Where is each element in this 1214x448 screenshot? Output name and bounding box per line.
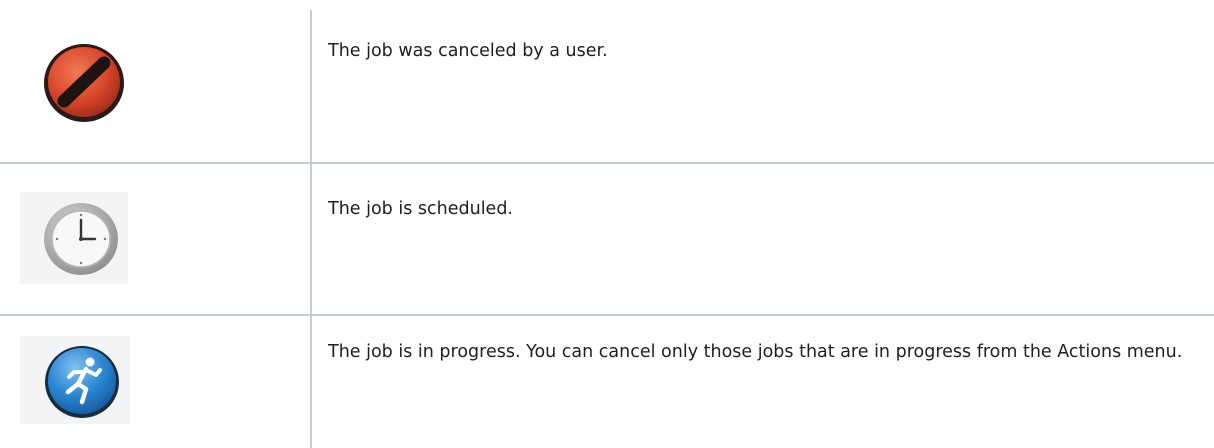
table-row: The job was canceled by a user. <box>0 0 1214 162</box>
job-status-table: The job was canceled by a user. The job … <box>0 0 1214 448</box>
table-row: The job is scheduled. <box>0 164 1214 314</box>
status-description: The job is in progress. You can cancel o… <box>328 342 1183 362</box>
icon-cell <box>0 0 310 162</box>
status-description: The job is scheduled. <box>328 199 513 219</box>
running-person-icon <box>45 346 119 418</box>
table-row: The job is in progress. You can cancel o… <box>0 316 1214 448</box>
status-description: The job was canceled by a user. <box>328 41 608 61</box>
icon-cell <box>0 164 310 314</box>
canceled-icon <box>44 44 124 122</box>
icon-cell <box>0 316 310 448</box>
clock-icon <box>44 203 118 275</box>
